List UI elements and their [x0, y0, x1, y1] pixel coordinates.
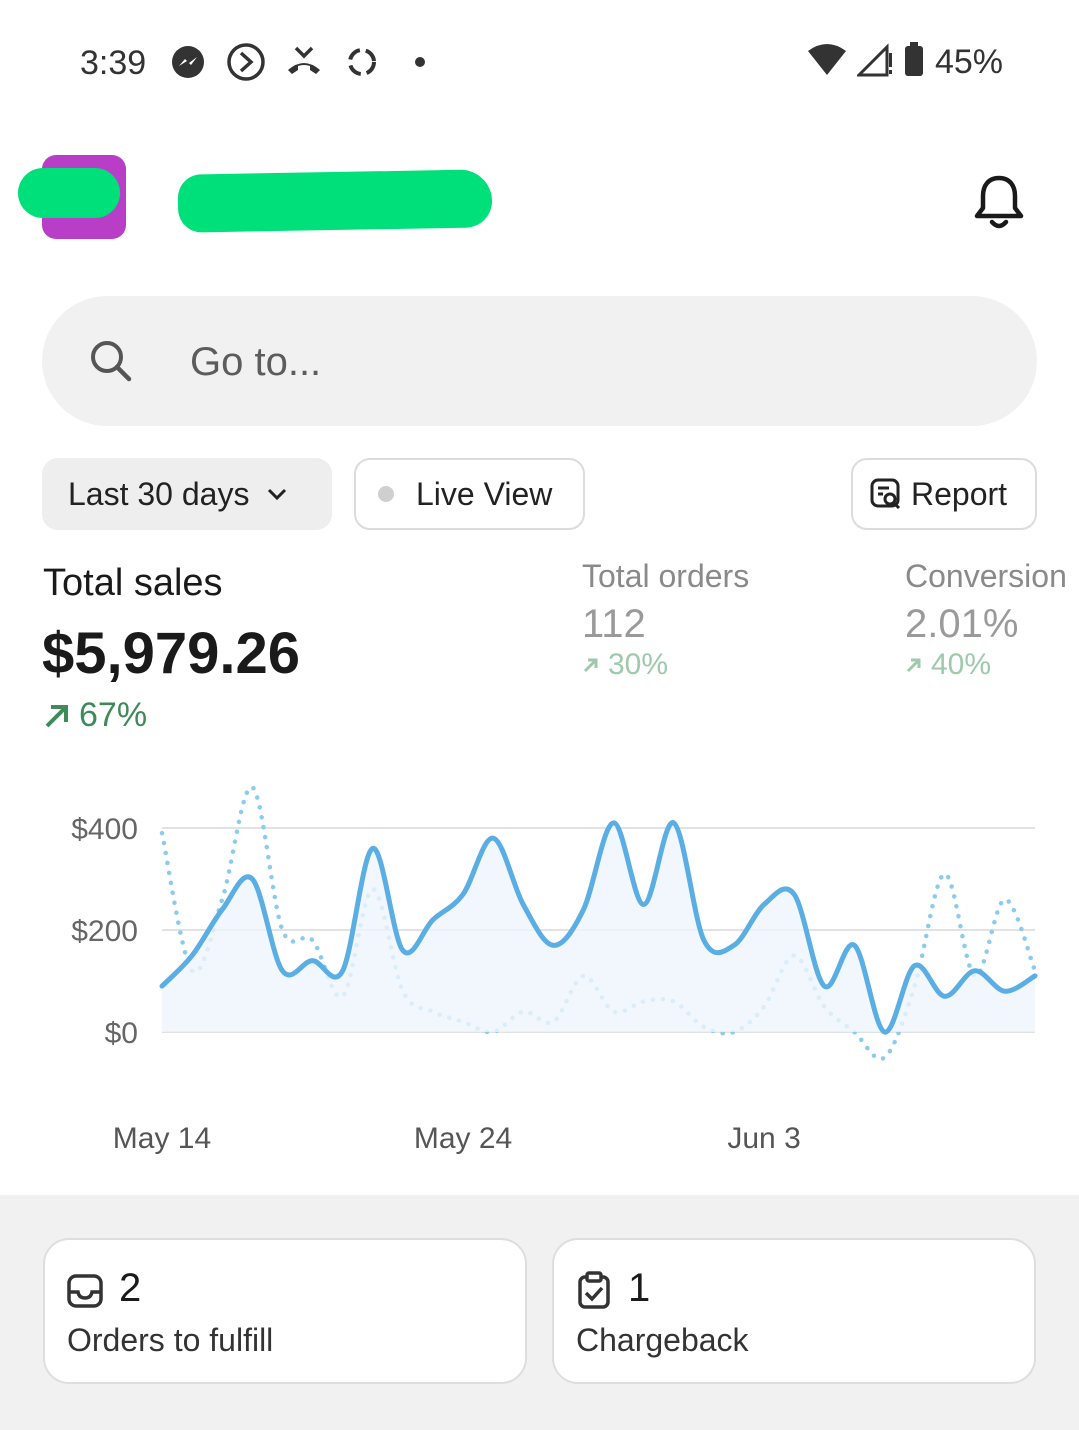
status-bar: 3:39 45%	[0, 0, 1079, 130]
battery-icon	[903, 42, 925, 83]
signal-icon	[855, 43, 893, 82]
report-label: Report	[911, 475, 1008, 512]
total-sales-change-value: 67%	[79, 696, 148, 734]
x-tick-label: May 24	[414, 1122, 512, 1155]
conversion-change: 40%	[905, 648, 991, 682]
x-tick-label: May 14	[113, 1122, 211, 1155]
clipboard-check-icon	[578, 1271, 610, 1309]
status-right: 45%	[807, 42, 1003, 83]
battery-percent: 45%	[934, 43, 1003, 81]
total-orders-change-value: 30%	[608, 648, 669, 681]
live-view-button[interactable]: Live View	[354, 458, 585, 530]
sync-icon	[342, 42, 382, 82]
conversion-value: 2.01%	[905, 602, 1019, 646]
orders-to-fulfill-card[interactable]: 2 Orders to fulfill	[43, 1238, 527, 1384]
total-sales-value: $5,979.26	[42, 621, 301, 686]
search-icon	[88, 338, 134, 384]
status-time: 3:39	[80, 44, 147, 82]
total-orders-value: 112	[582, 602, 646, 646]
conversion-change-value: 40%	[931, 648, 992, 681]
total-sales-change: 67%	[43, 696, 147, 735]
inbox-icon	[67, 1274, 103, 1308]
total-sales-title[interactable]: Total sales	[43, 562, 223, 605]
bell-icon[interactable]	[971, 172, 1027, 232]
report-icon	[870, 478, 901, 510]
search-input[interactable]: Go to...	[190, 340, 321, 385]
y-tick-label: $200	[71, 915, 138, 948]
arrow-up-right-icon	[583, 658, 598, 673]
orders-to-fulfill-label: Orders to fulfill	[67, 1322, 274, 1358]
arrow-up-right-icon	[45, 704, 68, 727]
live-status-dot	[378, 486, 394, 502]
conversion-title[interactable]: Conversion	[905, 558, 1067, 595]
y-tick-label: $0	[105, 1017, 138, 1050]
y-tick-label: $400	[71, 813, 138, 846]
wifi-icon	[807, 43, 847, 82]
chevron-down-icon	[268, 488, 287, 501]
total-orders-title[interactable]: Total orders	[582, 558, 749, 595]
live-view-label: Live View	[416, 475, 553, 512]
store-name-redacted[interactable]	[177, 169, 493, 233]
notification-icons	[168, 42, 440, 82]
orders-to-fulfill-count: 2	[119, 1266, 142, 1310]
total-orders-change: 30%	[582, 648, 668, 682]
dot-icon	[400, 42, 440, 82]
redaction-mark	[18, 168, 120, 218]
chargeback-card[interactable]: 1 Chargeback	[552, 1238, 1036, 1384]
call-forward-icon	[226, 42, 266, 82]
sales-chart[interactable]: $400 $200 $0 May 14 May 24 Jun 3	[0, 770, 1079, 1170]
missed-call-icon	[284, 42, 324, 82]
arrow-up-right-icon	[906, 658, 921, 673]
report-button[interactable]: Report	[851, 458, 1037, 530]
chargeback-label: Chargeback	[576, 1322, 749, 1358]
date-range-label: Last 30 days	[68, 475, 250, 512]
messenger-icon	[168, 42, 208, 82]
x-tick-label: Jun 3	[727, 1122, 800, 1155]
chargeback-count: 1	[628, 1266, 651, 1310]
date-range-button[interactable]: Last 30 days	[42, 458, 332, 530]
